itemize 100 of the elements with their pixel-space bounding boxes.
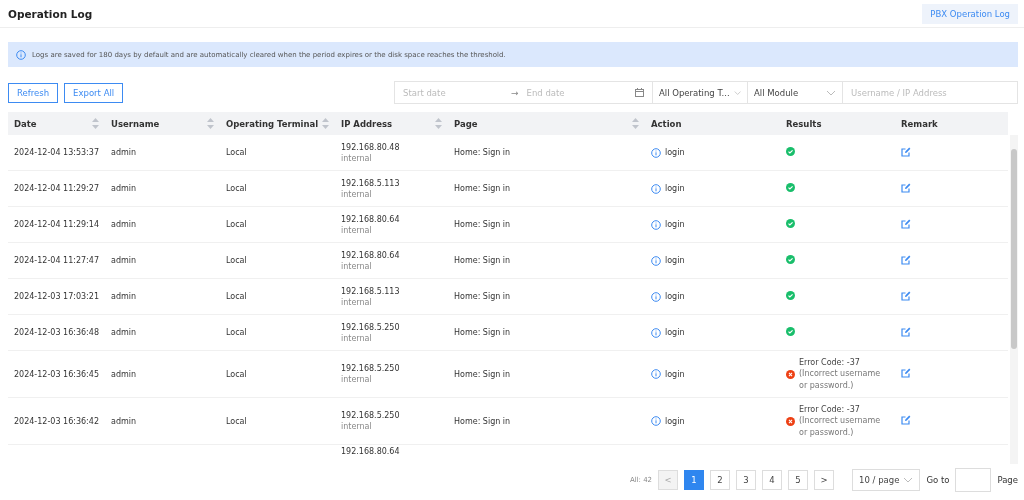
page-button[interactable]: 4 xyxy=(762,470,783,490)
action-text: login xyxy=(665,328,685,337)
table-cell: 2024-12-04 11:29:14 xyxy=(8,206,105,243)
start-date-field[interactable]: Start date xyxy=(401,86,505,99)
column-header[interactable]: Date xyxy=(8,112,105,135)
page-button[interactable]: 5 xyxy=(788,470,809,490)
goto-label: Go to xyxy=(926,475,950,485)
edit-icon[interactable] xyxy=(901,182,911,193)
column-header: Remark xyxy=(895,112,1008,135)
calendar-icon xyxy=(634,88,644,97)
table-cell: Home: Sign in xyxy=(448,242,645,279)
table-cell: 2024-12-03 16:36:48 xyxy=(8,314,105,351)
success-icon xyxy=(786,327,795,336)
table-cell: admin xyxy=(105,397,220,445)
table-cell: Local xyxy=(220,170,335,207)
info-icon[interactable] xyxy=(651,147,661,158)
table-cell: Local xyxy=(220,350,335,398)
success-icon xyxy=(786,183,795,192)
info-icon[interactable] xyxy=(651,369,661,379)
page-button[interactable]: 1 xyxy=(684,470,705,490)
column-header[interactable]: Username xyxy=(105,112,220,135)
action-text: login xyxy=(665,256,685,265)
info-icon[interactable] xyxy=(651,416,661,426)
end-date-field[interactable]: End date xyxy=(524,86,629,99)
table-cell: Local xyxy=(220,314,335,351)
edit-icon[interactable] xyxy=(901,218,911,229)
column-header[interactable]: Operating Terminal xyxy=(220,112,335,135)
sort-icon[interactable] xyxy=(322,118,329,129)
ip-address: 192.168.5.250 xyxy=(341,411,401,420)
scrollbar[interactable] xyxy=(1010,135,1018,464)
page-title: Operation Log xyxy=(8,7,93,20)
page-button[interactable]: 2 xyxy=(710,470,731,490)
sort-icon[interactable] xyxy=(632,118,639,129)
page-label: Page xyxy=(997,475,1018,485)
terminal-select[interactable]: All Operating T... xyxy=(653,82,748,103)
success-icon xyxy=(786,291,795,300)
table-cell: admin xyxy=(105,314,220,351)
info-icon[interactable] xyxy=(651,291,661,302)
action-text: login xyxy=(665,416,685,426)
table-cell: Local xyxy=(220,397,335,445)
table-cell: Home: Sign in xyxy=(448,170,645,207)
table-cell: Local xyxy=(220,206,335,243)
info-icon[interactable] xyxy=(651,327,661,338)
ip-address: 192.168.5.250 xyxy=(341,322,401,332)
toolbar-button[interactable]: Export All xyxy=(64,82,124,103)
page-size-select[interactable]: 10 / page xyxy=(852,469,921,491)
ip-type: internal xyxy=(341,422,373,431)
chevron-down-icon xyxy=(733,89,741,96)
sort-icon[interactable] xyxy=(435,118,442,129)
table-cell: 2024-12-04 11:29:27 xyxy=(8,170,105,207)
ip-address: 192.168.5.113 xyxy=(341,286,401,296)
arrow-separator: → xyxy=(511,87,519,98)
table-cell: 2024-12-03 17:03:21 xyxy=(8,278,105,315)
column-header[interactable]: IP Address xyxy=(335,112,448,135)
table-cell: Local xyxy=(220,242,335,279)
column-header: Action xyxy=(645,112,780,135)
action-text: login xyxy=(665,184,685,193)
edit-icon[interactable] xyxy=(901,415,911,425)
table-cell: 2024-12-04 13:53:37 xyxy=(8,135,105,171)
table-cell: Home: Sign in xyxy=(448,397,645,445)
success-icon xyxy=(786,255,795,264)
edit-icon[interactable] xyxy=(901,290,911,301)
table-cell: 2024-12-03 16:36:42 xyxy=(8,397,105,445)
info-icon[interactable] xyxy=(651,255,661,266)
action-text: login xyxy=(665,220,685,229)
edit-icon[interactable] xyxy=(901,146,911,157)
column-header[interactable]: Page xyxy=(448,112,645,135)
page-button[interactable]: 3 xyxy=(736,470,757,490)
ip-address: 192.168.80.48 xyxy=(341,142,401,152)
error-message: Error Code: -37 (Incorrect username or password.) xyxy=(799,356,882,392)
edit-icon[interactable] xyxy=(901,254,911,265)
chevron-down-icon xyxy=(826,89,836,96)
ip-address: 192.168.80.64 xyxy=(341,214,401,224)
ip-type: internal xyxy=(341,297,373,307)
module-select[interactable]: All Module xyxy=(748,82,843,103)
ip-type: internal xyxy=(341,333,373,343)
ip-address: 192.168.5.250 xyxy=(341,364,401,373)
table-cell: admin xyxy=(105,350,220,398)
search-field[interactable]: Username / IP Address xyxy=(849,86,1011,99)
edit-icon[interactable] xyxy=(901,326,911,337)
ip-type: internal xyxy=(341,153,373,163)
table-cell: Home: Sign in xyxy=(448,135,645,171)
table-cell: Home: Sign in xyxy=(448,278,645,315)
toolbar-button[interactable]: Refresh xyxy=(8,82,59,103)
ip-address: 192.168.80.64 xyxy=(335,444,448,461)
table-cell: admin xyxy=(105,278,220,315)
info-icon[interactable] xyxy=(651,219,661,230)
table-cell: Home: Sign in xyxy=(448,350,645,398)
sort-icon[interactable] xyxy=(207,118,214,129)
table-cell: admin xyxy=(105,170,220,207)
next-page-button[interactable]: > xyxy=(814,470,835,490)
ip-type: internal xyxy=(341,261,373,271)
sort-icon[interactable] xyxy=(92,118,99,129)
goto-page-field[interactable] xyxy=(955,468,992,492)
table-cell: Local xyxy=(220,135,335,171)
table-cell: 2024-12-04 11:27:47 xyxy=(8,242,105,279)
edit-icon[interactable] xyxy=(901,368,911,378)
info-icon xyxy=(16,49,26,60)
info-icon[interactable] xyxy=(651,183,661,194)
ip-type: internal xyxy=(341,375,373,384)
